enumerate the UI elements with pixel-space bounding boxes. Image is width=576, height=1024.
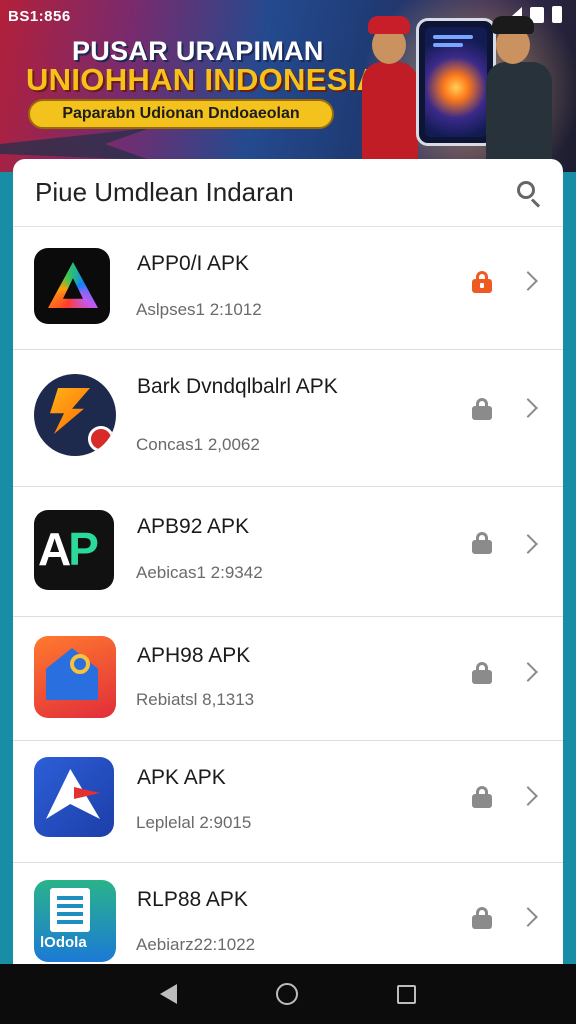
- promo-banner[interactable]: BS1:856 PUSAR URAPIMAN UNIOHHAN INDONESI…: [0, 0, 576, 172]
- status-time: BS1:856: [8, 8, 71, 25]
- house-magnifier-icon: [34, 636, 116, 718]
- chevron-right-icon[interactable]: [518, 786, 538, 806]
- app-icon-label: lOdola: [40, 934, 87, 951]
- chevron-right-icon[interactable]: [518, 534, 538, 554]
- app-name: RLP88 APK: [137, 888, 248, 911]
- banner-phone-graphic: [416, 18, 496, 146]
- colorful-triangle-icon: [34, 248, 110, 324]
- orange-bolt-icon: [34, 374, 116, 456]
- ap-letters-icon: AP: [34, 510, 114, 590]
- app-list: APP0/I APK Aslpses1 2:1012 Bark Dvndqlba…: [13, 227, 563, 989]
- lock-icon[interactable]: [472, 907, 492, 929]
- lock-icon[interactable]: [472, 786, 492, 808]
- app-date: Aebiarz22:1022: [136, 935, 256, 954]
- chevron-right-icon[interactable]: [518, 662, 538, 682]
- lock-icon[interactable]: [472, 398, 492, 420]
- app-name: Bark Dvndqlbalrl APK: [137, 375, 338, 398]
- chevron-right-icon[interactable]: [518, 398, 538, 418]
- banner-person-left: [362, 12, 422, 172]
- list-item[interactable]: AP APB92 APK Aebicas1 2:9342: [13, 487, 563, 617]
- app-date: Aebicas1 2:9342: [136, 563, 263, 582]
- app-list-card: Piue Umdlean Indaran APP0/I APK Aslpses1…: [13, 159, 563, 989]
- app-date: Leplelal 2:9015: [136, 813, 252, 832]
- list-item[interactable]: APP0/I APK Aslpses1 2:1012: [13, 227, 563, 350]
- chevron-right-icon[interactable]: [518, 271, 538, 291]
- chevron-right-icon[interactable]: [518, 907, 538, 927]
- app-date: Rebiatsl 8,1313: [136, 690, 255, 709]
- back-icon[interactable]: [159, 984, 177, 1004]
- app-name: APP0/I APK: [137, 252, 250, 275]
- list-item[interactable]: APK APK Leplelal 2:9015: [13, 741, 563, 863]
- recent-apps-icon[interactable]: [397, 984, 417, 1004]
- app-name: APH98 APK: [137, 644, 251, 667]
- document-list-icon: lOdola: [34, 880, 116, 962]
- home-icon[interactable]: [275, 983, 298, 1005]
- lock-icon[interactable]: [472, 662, 492, 684]
- list-item[interactable]: APH98 APK Rebiatsl 8,1313: [13, 617, 563, 741]
- banner-title-line2: UNIOHHAN INDONESIA: [26, 62, 380, 97]
- banner-person-right: [486, 12, 556, 172]
- app-name: APB92 APK: [137, 515, 250, 538]
- app-date: Concas1 2,0062: [136, 435, 260, 454]
- paper-plane-icon: [34, 757, 114, 837]
- search-icon[interactable]: [515, 179, 543, 208]
- search-bar[interactable]: Piue Umdlean Indaran: [13, 159, 563, 227]
- search-title: Piue Umdlean Indaran: [35, 177, 294, 207]
- app-name: APK APK: [137, 766, 226, 789]
- list-item[interactable]: Bark Dvndqlbalrl APK Concas1 2,0062: [13, 350, 563, 487]
- lock-icon[interactable]: [472, 532, 492, 554]
- app-date: Aslpses1 2:1012: [136, 300, 262, 319]
- lock-icon[interactable]: [472, 271, 492, 293]
- system-nav-bar: [0, 964, 576, 1024]
- banner-subtitle: Paparabn Udionan Dndoaeolan: [28, 99, 334, 129]
